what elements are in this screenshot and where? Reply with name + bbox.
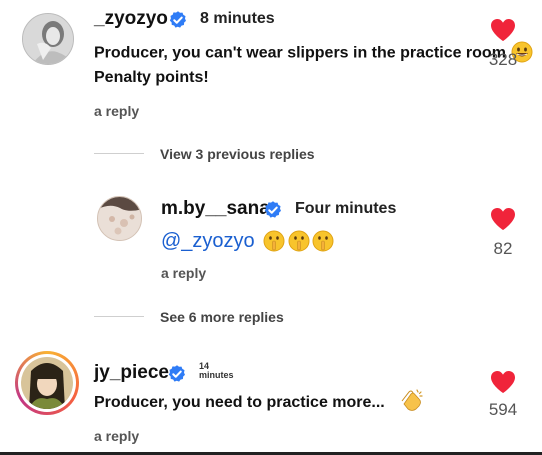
avatar-jy-piece-story-ring[interactable] [15,351,79,415]
heart-icon[interactable] [490,207,516,231]
like-count: 594 [488,400,518,419]
comment-timestamp: 8 minutes [200,10,275,27]
avatar-image [23,14,73,64]
clapping-hands-emoji [401,389,423,411]
verified-badge-icon [168,365,185,382]
reply-button[interactable]: a reply [94,103,139,119]
reply-button[interactable]: a reply [161,265,206,281]
verified-badge-icon [169,11,186,28]
see-more-replies-link[interactable]: See 6 more replies [160,309,284,325]
shushing-face-emoji [288,230,310,252]
comment-timestamp: Four minutes [295,200,397,217]
comment-text-line1: Producer, you can't wear slippers in the… [94,41,533,63]
comment-text-line2: Penalty points! [94,69,209,86]
avatar-zyozyo[interactable] [22,13,74,65]
avatar-m-by-sana[interactable] [97,196,142,241]
shushing-face-emoji [312,230,334,252]
view-previous-replies-link[interactable]: View 3 previous replies [160,146,315,162]
comment-text-row: Producer, you need to practice more... [94,389,425,412]
comment-username[interactable]: _zyozyo [94,8,168,30]
like-count: 328 [488,50,518,69]
heart-icon[interactable] [490,18,516,42]
shushing-face-emoji [263,230,285,252]
reply-button[interactable]: a reply [94,428,139,444]
comment-timestamp: 14 minutes [199,362,239,380]
comment-username[interactable]: jy_piece [94,362,169,384]
comment-text-row: @_zyozyo [161,230,334,253]
heart-icon[interactable] [490,370,516,394]
avatar-image [98,197,141,240]
mention-link[interactable]: @_zyozyo [161,230,255,252]
comment-text: Producer, you can't wear slippers in the… [94,44,506,62]
verified-badge-icon [264,201,281,218]
comment-text: Producer, you need to practice more... [94,394,385,412]
timestamp-unit: minutes [199,370,234,380]
comment-username[interactable]: m.by__sana [161,198,270,220]
thread-divider-line [94,153,144,154]
avatar-image [21,357,73,409]
like-count: 82 [493,239,513,258]
thread-divider-line [94,316,144,317]
